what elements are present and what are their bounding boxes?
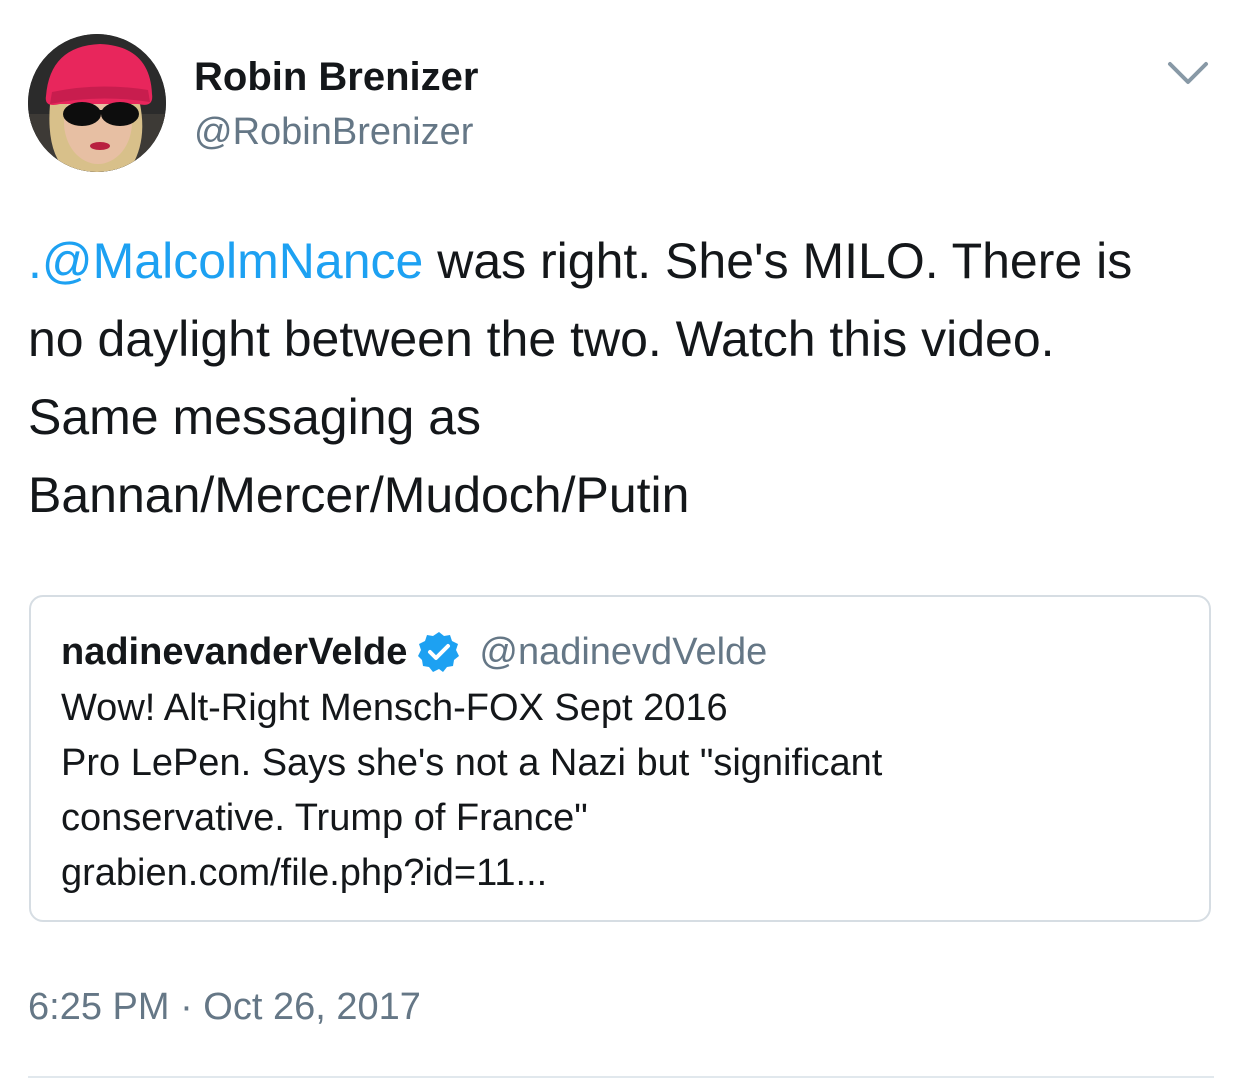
divider (28, 1076, 1214, 1078)
quoted-text-line: Wow! Alt-Right Mensch-FOX Sept 2016 (61, 687, 728, 729)
tweet-text-line: no daylight between the two. Watch this … (28, 311, 1055, 367)
author-handle[interactable]: @RobinBrenizer (194, 110, 473, 154)
quoted-tweet-text: Wow! Alt-Right Mensch-FOX Sept 2016 Pro … (61, 681, 1181, 901)
quoted-text-line: conservative. Trump of France" (61, 797, 588, 839)
quoted-display-name: nadinevanderVelde (61, 630, 408, 673)
tweet-text-line: .@MalcolmNance was right. She's MILO. Th… (28, 222, 1218, 300)
verified-badge-icon (417, 630, 461, 674)
chevron-down-icon[interactable] (1164, 56, 1212, 92)
quoted-tweet-header: nadinevanderVelde @nadinevdVelde (61, 627, 767, 677)
tweet-timestamp[interactable]: 6:25 PM · Oct 26, 2017 (28, 982, 421, 1032)
author-display-name[interactable]: Robin Brenizer (194, 54, 478, 100)
quoted-tweet[interactable]: nadinevanderVelde @nadinevdVelde Wow! Al… (29, 595, 1211, 922)
quoted-text-line: Pro LePen. Says she's not a Nazi but "si… (61, 742, 883, 784)
tweet-text-segment: was right. She's MILO. There is (423, 233, 1133, 289)
tweet-text-line: Bannan/Mercer/Mudoch/Putin (28, 467, 690, 523)
avatar[interactable] (28, 34, 166, 172)
profile-photo (28, 34, 166, 172)
tweet-text-line: Same messaging as (28, 389, 482, 445)
tweet-card: Robin Brenizer @RobinBrenizer .@MalcolmN… (0, 0, 1242, 1089)
mention-link[interactable]: .@MalcolmNance (28, 233, 423, 289)
tweet-text: .@MalcolmNance was right. She's MILO. Th… (28, 222, 1218, 534)
quoted-handle: @nadinevdVelde (479, 630, 768, 673)
quoted-link[interactable]: grabien.com/file.php?id=11... (61, 846, 1181, 901)
